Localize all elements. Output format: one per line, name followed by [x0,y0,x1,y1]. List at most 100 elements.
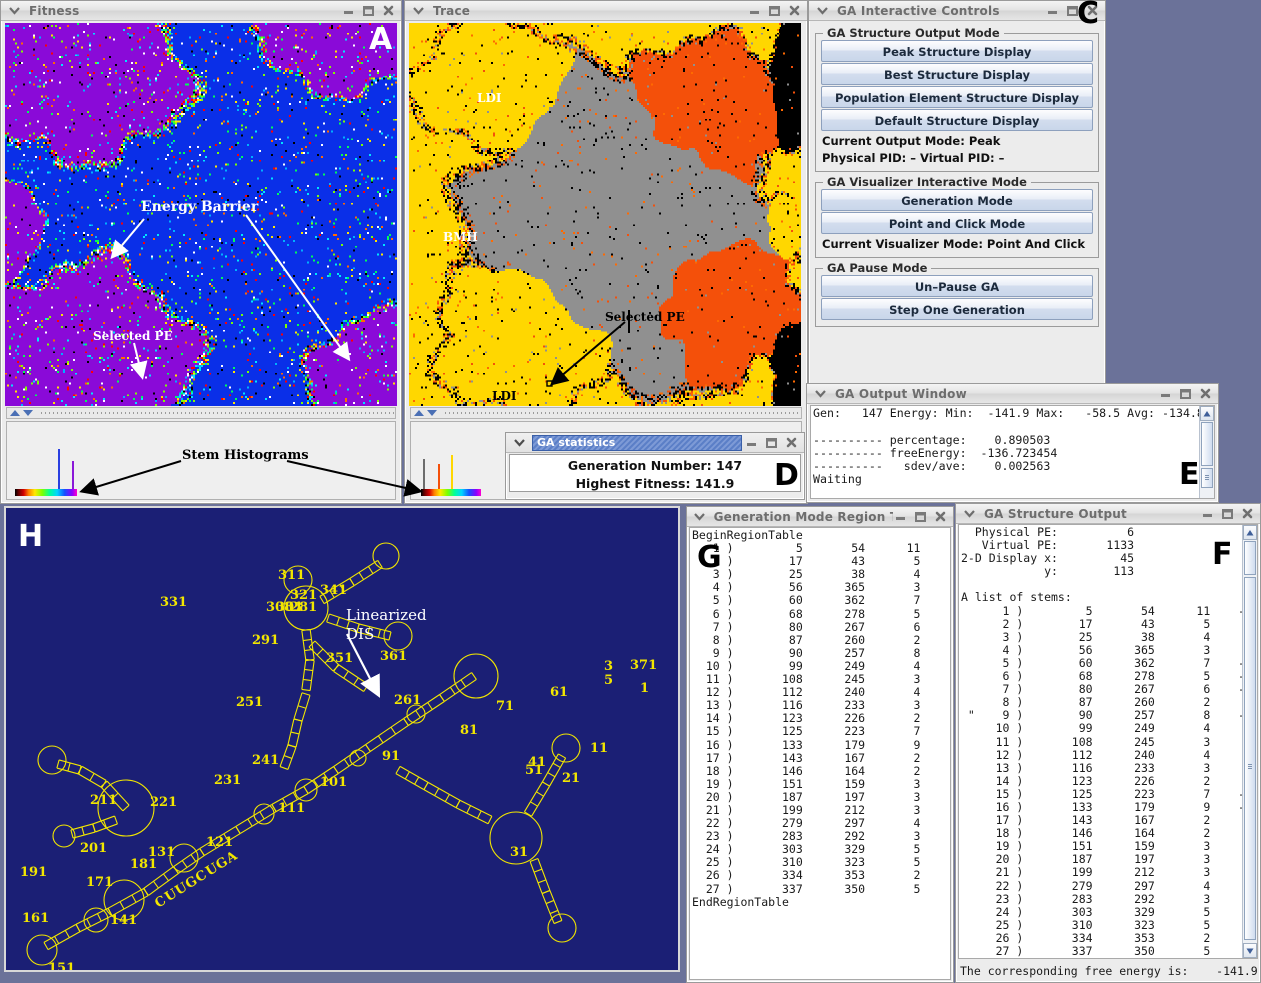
window-structure-view[interactable]: CUUGCUGA31134132133129135136137113561511… [4,506,680,972]
titlebar-output[interactable]: GA Output Window [807,384,1218,404]
peak-structure-display-button[interactable]: Peak Structure Display [821,40,1093,62]
scroll-grip-icon [1248,764,1252,769]
panel-letter-c: C [1077,0,1099,29]
window-menu-icon[interactable] [407,2,429,20]
titlebar-fitness[interactable]: Fitness [1,1,401,21]
close-icon[interactable] [787,4,801,18]
close-icon[interactable] [933,510,947,524]
svg-text:11: 11 [590,741,608,756]
minimize-icon[interactable] [1045,4,1059,18]
titlebar-trace[interactable]: Trace [405,1,807,21]
default-structure-display-button[interactable]: Default Structure Display [821,109,1093,131]
group-label: GA Pause Mode [823,261,931,275]
region-table-text: BeginRegionTable 1 ) 5 54 11 -17.7 2 ) 1… [690,528,950,910]
structure-scroll-thumb[interactable] [1244,577,1256,940]
best-structure-display-button[interactable]: Best Structure Display [821,63,1093,85]
svg-text:111: 111 [278,801,305,816]
window-ga-output[interactable]: GA Output Window Gen: 147 Energy: Min: -… [806,383,1219,503]
minimize-icon[interactable] [747,4,761,18]
structure-vertical-scrollbar[interactable] [1242,525,1257,958]
fitness-client: Energy Barrier Selected PE Stem Histogra… [1,21,401,503]
group-visualizer-interactive-mode: GA Visualizer Interactive Mode Generatio… [815,182,1099,258]
rna-structure-drawing[interactable]: CUUGCUGA31134132133129135136137113561511… [6,508,678,970]
group-label: GA Structure Output Mode [823,26,1004,40]
svg-text:161: 161 [22,911,49,926]
window-menu-icon[interactable] [958,505,980,523]
svg-text:181: 181 [130,857,157,872]
svg-text:41: 41 [528,755,546,770]
svg-text:281: 281 [290,600,317,615]
window-region-table[interactable]: Generation Mode Region Ta BeginRegionTab… [686,506,954,983]
generation-mode-button[interactable]: Generation Mode [821,189,1093,211]
current-visualizer-mode-status: Current Visualizer Mode: Point And Click [821,235,1093,252]
svg-text:101: 101 [320,775,347,790]
scroll-up-icon[interactable] [1243,525,1257,540]
minimize-icon[interactable] [341,4,355,18]
maximize-icon[interactable] [913,510,927,524]
svg-text:5: 5 [604,673,613,688]
window-fitness[interactable]: Fitness [0,0,402,504]
minimize-icon[interactable] [893,510,907,524]
svg-text:171: 171 [86,875,113,890]
window-title-output: GA Output Window [831,387,1158,401]
svg-text:31: 31 [510,845,528,860]
svg-text:201: 201 [80,841,107,856]
structure-scroll-thumb-upper[interactable] [1244,541,1256,575]
panel-letter-h: H [18,522,43,552]
window-title-region-table: Generation Mode Region Ta [710,510,893,524]
trace-label-selected-pe: Selected PE [605,310,685,324]
region-table-textarea[interactable]: BeginRegionTable 1 ) 5 54 11 -17.7 2 ) 1… [689,527,951,980]
annotation-dis: DIS [346,625,374,643]
output-vertical-scrollbar[interactable] [1199,406,1214,498]
svg-text:351: 351 [326,651,353,666]
output-scroll-thumb[interactable] [1201,422,1213,466]
maximize-icon[interactable] [1178,387,1192,401]
titlebar-controls[interactable]: GA Interactive Controls [809,1,1105,21]
minimize-icon[interactable] [1158,387,1172,401]
ga-output-text: Gen: 147 Energy: Min: -141.9 Max: -58.5 … [811,406,1214,488]
output-client: Gen: 147 Energy: Min: -141.9 Max: -58.5 … [807,404,1218,502]
panel-letter-g: G [697,543,722,573]
output-scroll-thumb-lower[interactable] [1201,468,1213,488]
window-menu-icon[interactable] [809,385,831,403]
current-output-mode-status: Current Output Mode: Peak [821,132,1093,149]
maximize-icon[interactable] [767,4,781,18]
panel-letter-d: D [774,461,799,491]
svg-text:261: 261 [394,693,421,708]
svg-text:21: 21 [562,771,580,786]
svg-text:141: 141 [110,913,137,928]
svg-text:91: 91 [382,749,400,764]
titlebar-structure-output[interactable]: GA Structure Output [956,504,1260,524]
maximize-icon[interactable] [1220,507,1234,521]
population-element-structure-display-button[interactable]: Population Element Structure Display [821,86,1093,108]
svg-text:331: 331 [160,595,187,610]
svg-text:311: 311 [278,568,305,583]
minimize-icon[interactable] [1200,507,1214,521]
svg-text:151: 151 [48,961,75,970]
close-icon[interactable] [1198,387,1212,401]
ga-output-textarea[interactable]: Gen: 147 Energy: Min: -141.9 Max: -58.5 … [810,405,1215,499]
scroll-up-icon[interactable] [1200,406,1214,421]
svg-text:211: 211 [90,793,117,808]
step-one-generation-button[interactable]: Step One Generation [821,298,1093,320]
titlebar-region-table[interactable]: Generation Mode Region Ta [687,507,953,527]
point-and-click-mode-button[interactable]: Point and Click Mode [821,212,1093,234]
svg-text:1: 1 [640,681,649,696]
window-ga-interactive-controls[interactable]: GA Interactive Controls GA Structure Out… [808,0,1106,388]
trace-label-ldi-bottom: LDI [492,389,516,403]
window-structure-output[interactable]: GA Structure Output Physical PE: 6 Virtu… [955,503,1261,983]
structure-output-textarea[interactable]: Physical PE: 6 Virtual PE: 1133 2-D Disp… [958,524,1258,959]
panel-letter-b: B [777,25,800,55]
annotation-energy-barrier: Energy Barrier [141,199,258,215]
window-menu-icon[interactable] [689,508,710,526]
svg-text:241: 241 [252,753,279,768]
scroll-down-icon[interactable] [1243,943,1257,958]
window-menu-icon[interactable] [811,2,833,20]
close-icon[interactable] [381,4,395,18]
close-icon[interactable] [1240,507,1254,521]
un-pause-ga-button[interactable]: Un–Pause GA [821,275,1093,297]
svg-text:361: 361 [380,649,407,664]
maximize-icon[interactable] [361,4,375,18]
window-trace[interactable]: Trace LDI BMH Selected PE LDI [404,0,808,504]
window-menu-icon[interactable] [3,2,25,20]
